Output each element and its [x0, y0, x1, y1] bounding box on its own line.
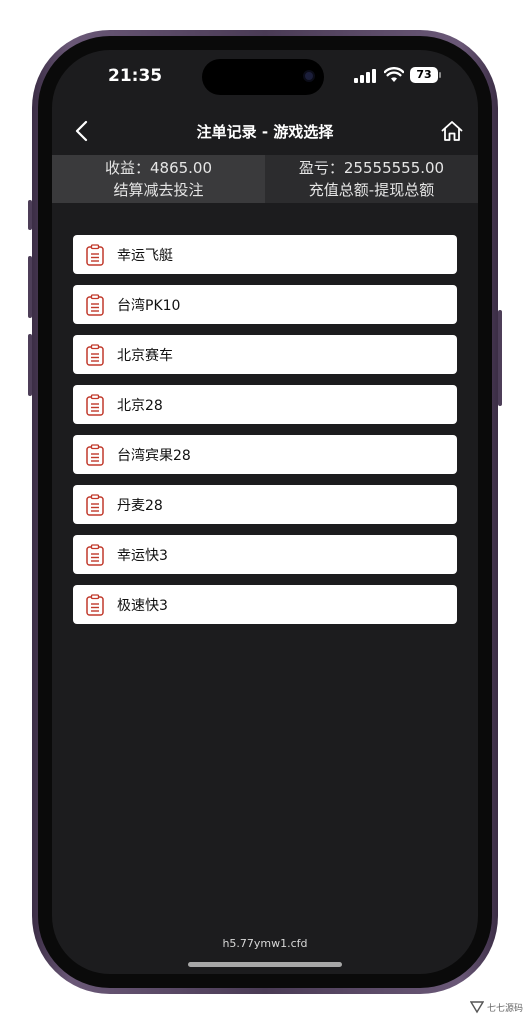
clipboard-icon [86, 243, 104, 266]
volume-up-button [28, 256, 32, 318]
game-name: 台湾宾果28 [117, 447, 191, 464]
status-time: 21:35 [108, 66, 163, 86]
cellular-signal-icon [354, 69, 378, 83]
battery-cap [439, 72, 441, 78]
clipboard-icon [86, 393, 104, 416]
game-item-beijing-28[interactable]: 北京28 [73, 385, 457, 424]
clipboard-icon [86, 543, 104, 566]
game-item-beijing-saiche[interactable]: 北京赛车 [73, 335, 457, 374]
game-item-xingyun-feiting[interactable]: 幸运飞艇 [73, 235, 457, 274]
game-item-taiwan-pk10[interactable]: 台湾PK10 [73, 285, 457, 324]
summary-panel: 收益：4865.00 结算减去投注 盈亏：25555555.00 充值总额-提现… [52, 155, 478, 203]
clipboard-icon [86, 293, 104, 316]
action-button [28, 200, 32, 230]
game-item-xingyun-kuai3[interactable]: 幸运快3 [73, 535, 457, 574]
home-indicator[interactable] [188, 962, 342, 967]
watermark-logo-icon [470, 1001, 484, 1014]
volume-down-button [28, 334, 32, 396]
battery-icon: 73 [410, 67, 438, 83]
game-name: 北京28 [117, 397, 163, 414]
clipboard-icon [86, 443, 104, 466]
wifi-icon [384, 67, 404, 82]
game-list: 幸运飞艇 台湾PK10 北京赛车 北京28 台湾宾果28 丹麦28 幸运快3 极… [73, 235, 457, 635]
income-summary: 收益：4865.00 结算减去投注 [52, 155, 265, 203]
game-name: 台湾PK10 [117, 297, 181, 314]
home-icon [441, 121, 463, 141]
status-bar: 21:35 73 [52, 50, 478, 106]
game-name: 极速快3 [117, 597, 168, 614]
app-screen: 21:35 73 注单记录 - 游戏选择 收益：4865.00 结算减去投注 盈… [52, 50, 478, 974]
power-button [498, 310, 502, 406]
profit-summary: 盈亏：25555555.00 充值总额-提现总额 [265, 155, 478, 203]
game-name: 北京赛车 [117, 347, 173, 364]
game-item-taiwan-binguo-28[interactable]: 台湾宾果28 [73, 435, 457, 474]
clipboard-icon [86, 593, 104, 616]
watermark-text: 七七源码 [487, 1003, 524, 1014]
camera-icon [303, 70, 315, 82]
clipboard-icon [86, 343, 104, 366]
game-name: 丹麦28 [117, 497, 163, 514]
home-button[interactable] [436, 115, 468, 147]
profit-description: 充值总额-提现总额 [308, 181, 435, 199]
page-title: 注单记录 - 游戏选择 [196, 123, 334, 141]
footer-url: h5.77ymw1.cfd [222, 937, 308, 950]
game-item-danmai-28[interactable]: 丹麦28 [73, 485, 457, 524]
profit-label: 盈亏：25555555.00 [298, 159, 445, 177]
game-item-jisu-kuai3[interactable]: 极速快3 [73, 585, 457, 624]
watermark: 七七源码 [470, 995, 528, 1019]
game-name: 幸运快3 [117, 547, 168, 564]
income-description: 结算减去投注 [113, 181, 204, 199]
game-name: 幸运飞艇 [117, 247, 173, 264]
clipboard-icon [86, 493, 104, 516]
income-label: 收益：4865.00 [104, 159, 213, 177]
nav-bar: 注单记录 - 游戏选择 [52, 107, 478, 155]
